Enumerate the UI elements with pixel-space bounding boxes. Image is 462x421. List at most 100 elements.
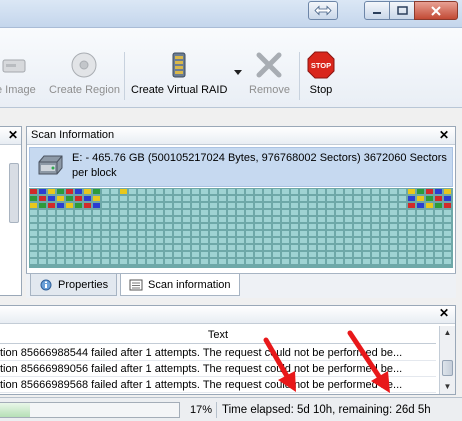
log-row[interactable]: tion 85666988544 failed after 1 attempts… [0, 345, 436, 361]
log-column-header[interactable]: Text [0, 326, 436, 344]
sector-cell [345, 259, 352, 264]
sector-cell [237, 224, 244, 229]
sector-cell [390, 196, 397, 201]
sector-cell [93, 224, 100, 229]
sector-cell [210, 245, 217, 250]
sector-cell [264, 189, 271, 194]
sector-cell [390, 245, 397, 250]
scroll-down-icon[interactable]: ▼ [440, 380, 455, 394]
sector-cell [417, 217, 424, 222]
left-panel-scrollbar[interactable] [9, 163, 19, 223]
sector-cell [408, 196, 415, 201]
sector-cell [183, 252, 190, 257]
sector-cell [354, 238, 361, 243]
create-region-button[interactable]: Create Region [49, 50, 120, 102]
sector-cell [66, 252, 73, 257]
sector-cell [201, 259, 208, 264]
sector-cell [102, 245, 109, 250]
remove-button[interactable]: Remove [249, 50, 290, 102]
sector-cell [219, 231, 226, 236]
sector-cell [318, 224, 325, 229]
sector-cell [147, 189, 154, 194]
sector-cell [111, 245, 118, 250]
sector-cell [228, 231, 235, 236]
sector-cell [291, 203, 298, 208]
sector-cell [75, 210, 82, 215]
sector-cell [66, 203, 73, 208]
sector-cell [282, 245, 289, 250]
scan-information-panel: Scan Information ✕ E: - 465.76 GB (50010… [26, 126, 456, 296]
chevron-down-icon[interactable] [234, 70, 242, 76]
minimize-button[interactable] [364, 1, 390, 20]
sector-cell [399, 189, 406, 194]
sector-cell [129, 252, 136, 257]
sector-cell [48, 238, 55, 243]
sector-cell [30, 210, 37, 215]
sector-cell [192, 189, 199, 194]
close-window-button[interactable] [414, 1, 458, 20]
sector-cell [174, 203, 181, 208]
sector-cell [363, 245, 370, 250]
sector-cell [228, 252, 235, 257]
sector-cell [192, 238, 199, 243]
sector-cell [408, 203, 415, 208]
disk-image-button[interactable]: e Image [0, 50, 36, 102]
sector-cell [291, 245, 298, 250]
sector-cell [138, 217, 145, 222]
sector-cell [57, 259, 64, 264]
log-row[interactable]: tion 85666989568 failed after 1 attempts… [0, 377, 436, 393]
sector-cell [93, 189, 100, 194]
sector-cell [174, 196, 181, 201]
maximize-button[interactable] [389, 1, 415, 20]
sector-cell [381, 245, 388, 250]
sector-cell [57, 210, 64, 215]
sector-cell [57, 189, 64, 194]
sector-cell [210, 224, 217, 229]
sector-cell [39, 189, 46, 194]
tab-properties[interactable]: Properties [30, 274, 118, 296]
scan-panel-header: Scan Information ✕ [27, 127, 455, 145]
switch-window-button[interactable] [308, 1, 338, 20]
sector-cell [120, 259, 127, 264]
sector-cell [174, 224, 181, 229]
sector-cell [426, 238, 433, 243]
sector-cell [201, 196, 208, 201]
sector-cell [381, 203, 388, 208]
sector-cell [111, 189, 118, 194]
close-icon[interactable]: ✕ [439, 127, 449, 144]
sector-cell [426, 224, 433, 229]
sector-cell [408, 245, 415, 250]
tab-scan-information[interactable]: Scan information [120, 274, 240, 296]
sector-cell [300, 245, 307, 250]
sector-map-grid [29, 188, 453, 268]
sector-cell [66, 259, 73, 264]
sector-cell [381, 196, 388, 201]
sector-cell [237, 210, 244, 215]
sector-cell [444, 203, 451, 208]
sector-cell [210, 210, 217, 215]
sector-cell [264, 196, 271, 201]
scrollbar-thumb[interactable] [442, 360, 453, 376]
close-icon[interactable]: ✕ [439, 306, 449, 320]
log-scrollbar[interactable]: ▲ ▼ [439, 326, 455, 394]
sector-cell [57, 252, 64, 257]
sector-cell [309, 203, 316, 208]
stop-sign-text: STOP [311, 61, 331, 70]
scroll-up-icon[interactable]: ▲ [440, 326, 455, 340]
sector-cell [219, 238, 226, 243]
sector-cell [183, 259, 190, 264]
sector-cell [345, 245, 352, 250]
sector-cell [183, 231, 190, 236]
disk-info-row[interactable]: E: - 465.76 GB (500105217024 Bytes, 9767… [29, 147, 453, 187]
sector-cell [354, 231, 361, 236]
sector-cell [444, 224, 451, 229]
create-virtual-raid-button[interactable]: Create Virtual RAID [131, 50, 227, 102]
sector-cell [120, 245, 127, 250]
stop-button[interactable]: STOP Stop [306, 50, 336, 102]
sector-cell [201, 245, 208, 250]
sector-cell [210, 203, 217, 208]
close-icon[interactable]: ✕ [8, 128, 18, 142]
sector-cell [426, 203, 433, 208]
sector-cell [372, 245, 379, 250]
log-row[interactable]: tion 85666989056 failed after 1 attempts… [0, 361, 436, 377]
